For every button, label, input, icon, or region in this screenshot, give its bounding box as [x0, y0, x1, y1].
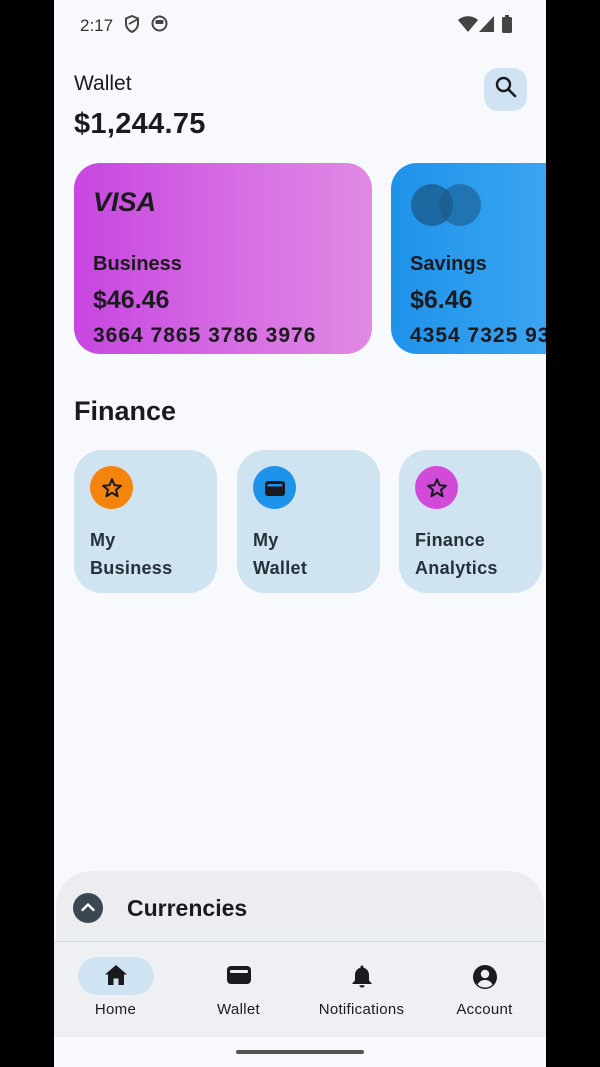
nav-label: Home [94, 1001, 137, 1018]
app-screen: 2:17 Wallet $1,244.75 VISA Business $46.… [54, 0, 546, 1067]
card-number: 3664 7865 3786 3976 [93, 324, 317, 347]
currencies-title: Currencies [127, 895, 248, 921]
account-icon [472, 964, 498, 995]
card-name: Business [93, 253, 182, 275]
nav-item-wallet[interactable]: Wallet [177, 942, 300, 1037]
bottom-navigation: Home Wallet Notifications Account [54, 942, 546, 1037]
search-button[interactable] [484, 68, 527, 111]
card-name: Savings [410, 253, 487, 275]
tile-my-business[interactable]: My Business [74, 450, 217, 593]
page-title: Wallet [74, 72, 132, 95]
card-number: 4354 7325 93 [410, 324, 546, 347]
search-icon [494, 75, 518, 104]
home-icon [104, 964, 128, 991]
card-business[interactable]: VISA Business $46.46 3664 7865 3786 3976 [74, 163, 372, 354]
visa-logo-text: VISA [93, 189, 156, 213]
gesture-bar [236, 1050, 364, 1054]
status-time: 2:17 [80, 16, 114, 35]
star-icon [90, 466, 133, 509]
nav-item-account[interactable]: Account [423, 942, 546, 1037]
tile-label: My Business [90, 530, 173, 578]
wallet-icon [226, 964, 252, 991]
bell-icon [351, 964, 373, 993]
tile-label: My Wallet [253, 530, 308, 578]
card-amount: $46.46 [93, 286, 170, 314]
section-title-finance: Finance [74, 396, 177, 426]
nav-label: Notifications [318, 1001, 405, 1018]
visa-logo: VISA [93, 187, 167, 218]
app-notification-icon [151, 15, 168, 37]
chevron-up-icon [81, 899, 95, 917]
status-bar: 2:17 [54, 0, 546, 50]
wallet-icon [253, 466, 296, 509]
nav-label: Account [456, 1001, 513, 1018]
tile-finance-analytics[interactable]: Finance Analytics [399, 450, 542, 593]
shield-icon [124, 14, 140, 38]
mastercard-logo [410, 183, 484, 232]
signal-icon [479, 16, 494, 37]
tile-my-wallet[interactable]: My Wallet [237, 450, 380, 593]
nav-item-notifications[interactable]: Notifications [300, 942, 423, 1037]
expand-button[interactable] [73, 893, 103, 923]
wallet-balance: $1,244.75 [74, 108, 206, 140]
nav-label: Wallet [217, 1001, 260, 1018]
card-savings[interactable]: Savings $6.46 4354 7325 93 [391, 163, 546, 354]
wifi-icon [458, 16, 478, 37]
card-amount: $6.46 [410, 286, 473, 314]
battery-icon [502, 15, 512, 38]
nav-item-home[interactable]: Home [54, 942, 177, 1037]
star-icon [415, 466, 458, 509]
tile-label: Finance Analytics [415, 530, 498, 578]
